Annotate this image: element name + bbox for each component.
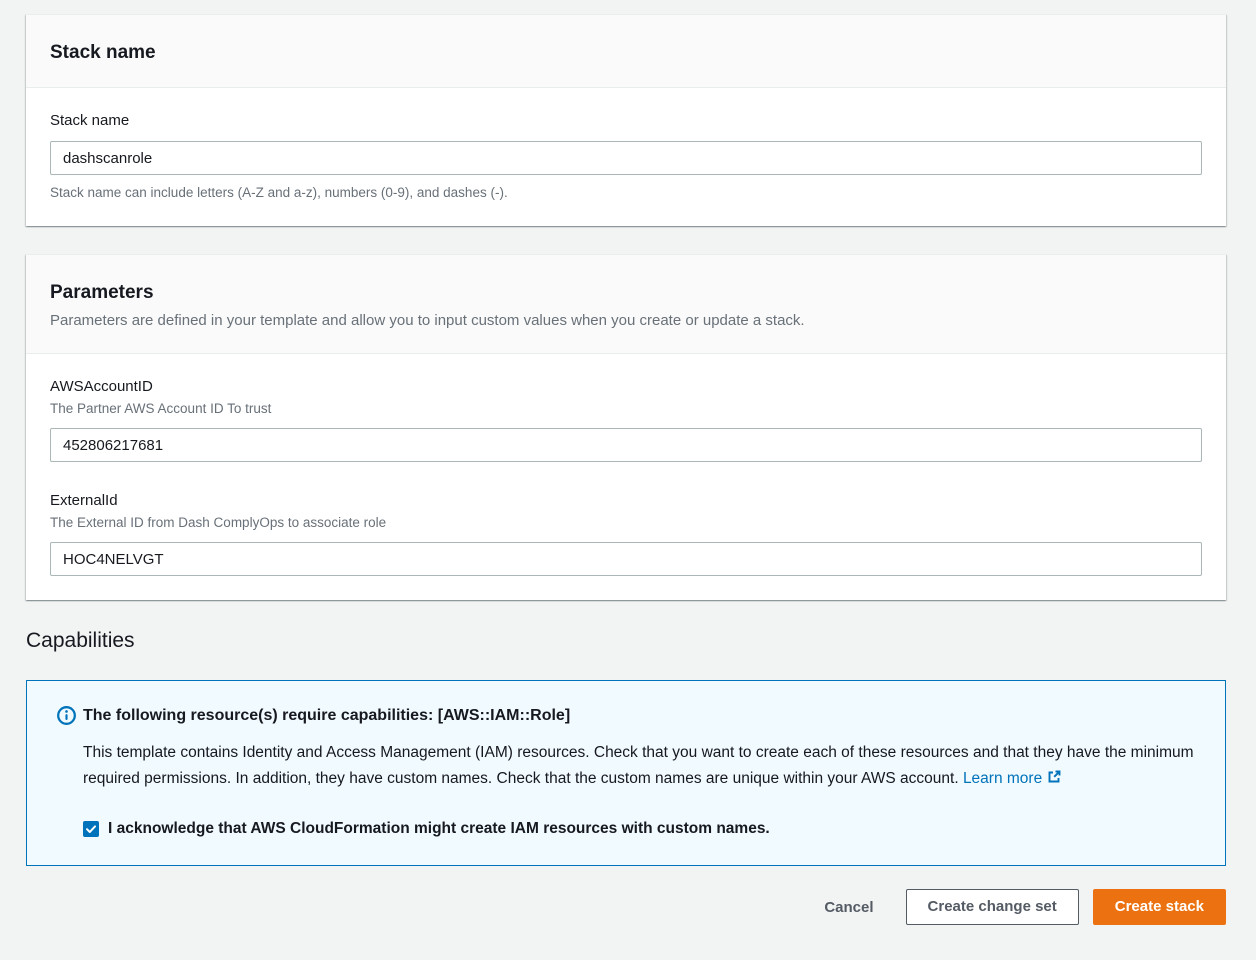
alert-title-row: The following resource(s) require capabi… xyxy=(57,705,1197,726)
param-field-externalid: ExternalId The External ID from Dash Com… xyxy=(50,490,1202,576)
param-externalid-description: The External ID from Dash ComplyOps to a… xyxy=(50,514,1202,532)
stack-name-card-body: Stack name Stack name can include letter… xyxy=(26,88,1226,226)
info-icon xyxy=(57,706,76,725)
stack-name-label: Stack name xyxy=(50,110,1202,131)
stack-name-hint: Stack name can include letters (A-Z and … xyxy=(50,184,1202,202)
acknowledge-row[interactable]: I acknowledge that AWS CloudFormation mi… xyxy=(83,818,1197,839)
param-field-awsaccountid: AWSAccountID The Partner AWS Account ID … xyxy=(50,376,1202,462)
param-awsaccountid-description: The Partner AWS Account ID To trust xyxy=(50,400,1202,418)
alert-body-text: This template contains Identity and Acce… xyxy=(83,740,1197,792)
footer-actions: Cancel Create change set Create stack xyxy=(26,889,1226,925)
parameters-card-body: AWSAccountID The Partner AWS Account ID … xyxy=(26,354,1226,600)
checkmark-icon xyxy=(85,823,97,835)
external-link-icon xyxy=(1046,769,1062,785)
parameters-card-title: Parameters xyxy=(50,281,1202,305)
learn-more-label: Learn more xyxy=(963,770,1042,787)
param-externalid-input[interactable] xyxy=(50,542,1202,576)
param-externalid-label: ExternalId xyxy=(50,490,1202,511)
create-stack-button[interactable]: Create stack xyxy=(1093,889,1226,925)
stack-name-card: Stack name Stack name Stack name can inc… xyxy=(26,14,1226,226)
create-change-set-button[interactable]: Create change set xyxy=(906,889,1079,925)
parameters-card: Parameters Parameters are defined in you… xyxy=(26,254,1226,600)
create-stack-page: Stack name Stack name Stack name can inc… xyxy=(0,0,1256,960)
acknowledge-checkbox[interactable] xyxy=(83,821,99,837)
learn-more-link[interactable]: Learn more xyxy=(963,770,1062,787)
param-awsaccountid-input[interactable] xyxy=(50,428,1202,462)
capabilities-heading: Capabilities xyxy=(26,628,1226,654)
parameters-card-header: Parameters Parameters are defined in you… xyxy=(26,255,1226,354)
capabilities-alert: The following resource(s) require capabi… xyxy=(26,680,1226,866)
stack-name-card-header: Stack name xyxy=(26,15,1226,88)
cancel-button[interactable]: Cancel xyxy=(824,899,873,916)
acknowledge-label: I acknowledge that AWS CloudFormation mi… xyxy=(108,818,770,839)
stack-name-card-title: Stack name xyxy=(50,41,1202,65)
alert-content: This template contains Identity and Acce… xyxy=(83,740,1197,839)
parameters-card-description: Parameters are defined in your template … xyxy=(50,311,1202,331)
param-awsaccountid-label: AWSAccountID xyxy=(50,376,1202,397)
alert-title: The following resource(s) require capabi… xyxy=(83,705,570,726)
stack-name-input[interactable] xyxy=(50,141,1202,175)
